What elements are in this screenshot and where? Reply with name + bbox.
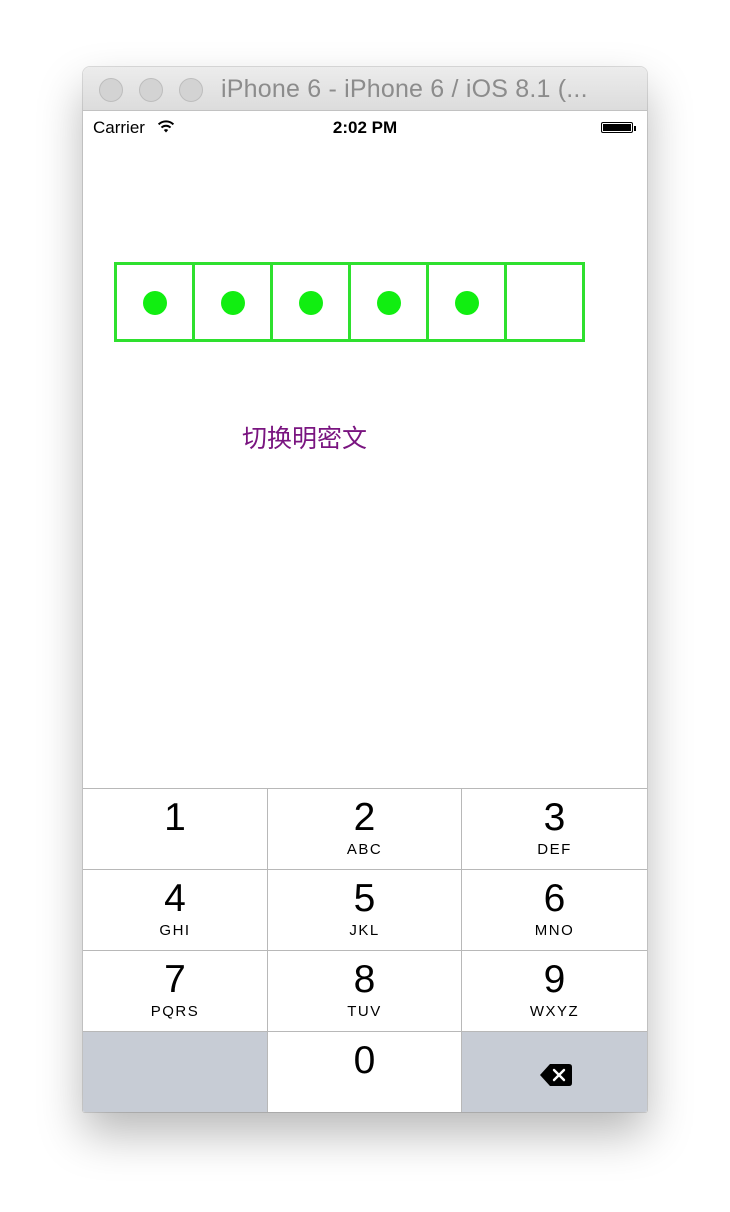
pin-dot [299, 291, 323, 315]
key-digit: 7 [164, 958, 186, 1001]
key-digit: 2 [353, 796, 376, 839]
pin-cell [504, 262, 585, 342]
minimize-window-button[interactable] [139, 78, 163, 102]
pin-dot [455, 291, 479, 315]
pin-cell [192, 262, 273, 342]
pin-input[interactable] [114, 262, 585, 342]
title-bar: iPhone 6 - iPhone 6 / iOS 8.1 (... [83, 67, 647, 111]
key-digit: 1 [164, 796, 186, 839]
status-bar: Carrier 2:02 PM [83, 111, 647, 145]
toggle-visibility-button[interactable]: 切换明密文 [242, 419, 367, 455]
pin-cell [270, 262, 351, 342]
key-2[interactable]: 2 ABC [268, 788, 461, 869]
key-letters: ABC [346, 841, 383, 858]
window-title: iPhone 6 - iPhone 6 / iOS 8.1 (... [221, 75, 588, 103]
pin-cell [114, 262, 195, 342]
simulator-window: iPhone 6 - iPhone 6 / iOS 8.1 (... Carri… [83, 67, 647, 1112]
key-letters: TUV [347, 1003, 382, 1020]
battery-icon [601, 122, 636, 133]
key-digit: 9 [543, 958, 566, 1001]
key-digit: 0 [353, 1039, 376, 1082]
key-1[interactable]: 1 [83, 788, 267, 869]
key-6[interactable]: 6 MNO [462, 869, 647, 950]
pin-dot [221, 291, 245, 315]
key-8[interactable]: 8 TUV [268, 950, 461, 1031]
key-digit: 5 [353, 877, 376, 920]
close-window-button[interactable] [99, 78, 123, 102]
key-digit: 3 [543, 796, 566, 839]
pin-cell [426, 262, 507, 342]
key-digit: 4 [164, 877, 186, 920]
key-letters: JKL [349, 922, 380, 939]
pin-cell [348, 262, 429, 342]
key-3[interactable]: 3 DEF [462, 788, 647, 869]
pin-dot [377, 291, 401, 315]
device-screen: Carrier 2:02 PM 切换明密文 1 2 ABC 3 DEF 4 GHI 5 JKL 6… [83, 111, 647, 1112]
blank-key[interactable] [83, 1031, 267, 1112]
key-digit: 8 [353, 958, 376, 1001]
key-9[interactable]: 9 WXYZ [462, 950, 647, 1031]
zoom-window-button[interactable] [179, 78, 203, 102]
key-letters: WXYZ [529, 1003, 580, 1020]
delete-key[interactable] [462, 1031, 647, 1112]
backspace-icon [539, 1063, 573, 1092]
key-letters: GHI [159, 922, 191, 939]
key-5[interactable]: 5 JKL [268, 869, 461, 950]
key-4[interactable]: 4 GHI [83, 869, 267, 950]
key-0[interactable]: 0 [268, 1031, 461, 1112]
key-letters: MNO [534, 922, 575, 939]
pin-dot [143, 291, 167, 315]
key-letters: PQRS [150, 1003, 200, 1020]
status-time: 2:02 PM [332, 118, 398, 137]
keypad-divider [267, 788, 268, 1112]
key-7[interactable]: 7 PQRS [83, 950, 267, 1031]
numeric-keypad: 1 2 ABC 3 DEF 4 GHI 5 JKL 6 MNO 7 PQRS 8 TUV 9 WXYZ 0 [83, 788, 647, 1112]
key-letters: DEF [537, 841, 572, 858]
keypad-divider [461, 788, 462, 1112]
key-digit: 6 [543, 877, 566, 920]
